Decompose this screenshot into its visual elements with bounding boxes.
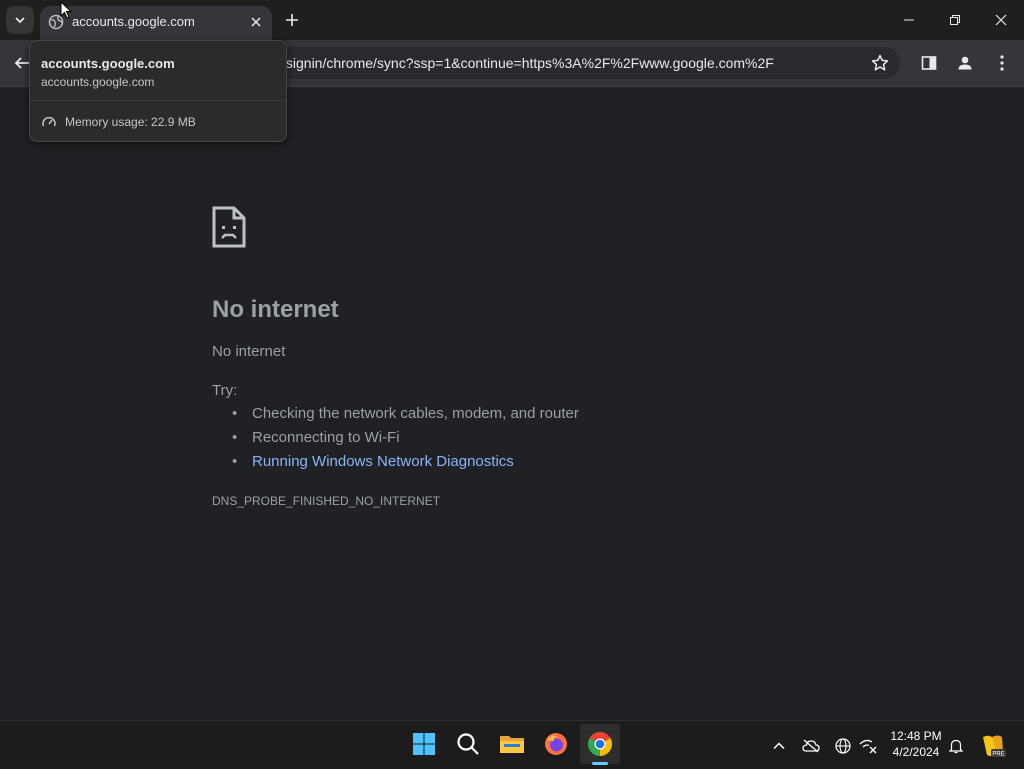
- mouse-cursor-icon: [60, 1, 72, 19]
- gauge-icon: [42, 116, 56, 127]
- clock-time[interactable]: 12:48 PM: [890, 729, 942, 743]
- suggestion-reconnect-wifi: Reconnecting to Wi-Fi: [212, 428, 579, 452]
- chrome-button[interactable]: [580, 724, 620, 764]
- sad-page-icon: [212, 206, 246, 248]
- file-explorer-button[interactable]: [492, 724, 532, 764]
- tab-accounts-google[interactable]: accounts.google.com: [40, 6, 272, 40]
- globe-icon: [835, 738, 851, 754]
- chrome-active-indicator: [592, 762, 608, 765]
- menu-button[interactable]: [990, 51, 1014, 75]
- error-heading: No internet: [212, 296, 339, 323]
- minimize-icon: [904, 19, 914, 21]
- tab-search-button[interactable]: [6, 6, 34, 34]
- tab-hover-card: accounts.google.com accounts.google.com …: [29, 40, 287, 142]
- error-description: No internet: [212, 343, 286, 360]
- restore-button[interactable]: [932, 0, 978, 40]
- taskbar-search-button[interactable]: [448, 724, 488, 764]
- cloud-offline-icon: [802, 739, 820, 753]
- copilot-pre-icon: PRE: [983, 735, 1006, 758]
- tab-title: accounts.google.com: [72, 14, 195, 29]
- new-tab-button[interactable]: [282, 10, 302, 30]
- person-icon: [958, 56, 972, 70]
- firefox-icon: [545, 733, 567, 755]
- onedrive-button[interactable]: [801, 736, 821, 756]
- try-label: Try:: [212, 382, 238, 399]
- start-icon: [413, 733, 435, 755]
- bell-icon: [948, 739, 964, 754]
- hover-card-title: accounts.google.com: [41, 56, 175, 71]
- plus-icon: [286, 14, 298, 26]
- tab-close-button[interactable]: [248, 14, 264, 30]
- suggestions-list: Checking the network cables, modem, and …: [212, 404, 579, 476]
- profile-button[interactable]: [953, 51, 977, 75]
- chrome-icon: [588, 732, 612, 756]
- language-button[interactable]: [833, 736, 853, 756]
- network-disconnected-icon: [859, 739, 877, 754]
- close-icon: [251, 17, 261, 27]
- minimize-button[interactable]: [886, 0, 932, 40]
- close-icon: [995, 14, 1007, 26]
- search-icon: [457, 733, 479, 755]
- start-button[interactable]: [404, 724, 444, 764]
- notifications-button[interactable]: [946, 736, 966, 756]
- clock-date[interactable]: 4/2/2024: [890, 745, 942, 759]
- close-window-button[interactable]: [978, 0, 1024, 40]
- suggestion-check-cables: Checking the network cables, modem, and …: [212, 404, 579, 428]
- svg-text:PRE: PRE: [992, 752, 1004, 758]
- star-icon: [871, 54, 889, 71]
- show-hidden-icons-button[interactable]: [769, 736, 789, 756]
- hover-card-header: [30, 41, 286, 101]
- copilot-button[interactable]: PRE: [980, 733, 1006, 759]
- side-panel-button[interactable]: [917, 51, 941, 75]
- bookmark-button[interactable]: [868, 51, 892, 75]
- chevron-down-icon: [15, 17, 25, 24]
- chevron-up-icon: [773, 742, 785, 750]
- back-arrow-icon: [14, 57, 29, 69]
- network-button[interactable]: [858, 736, 878, 756]
- hover-card-domain: accounts.google.com: [41, 75, 155, 89]
- restore-icon: [950, 15, 960, 25]
- file-explorer-icon: [500, 736, 524, 753]
- network-diagnostics-link[interactable]: Running Windows Network Diagnostics: [212, 452, 579, 476]
- more-vert-icon: [1000, 55, 1004, 71]
- firefox-button[interactable]: [536, 724, 576, 764]
- side-panel-icon: [921, 56, 937, 70]
- url-text[interactable]: /signin/chrome/sync?ssp=1&continue=https…: [282, 55, 774, 71]
- memory-usage: Memory usage: 22.9 MB: [65, 115, 196, 129]
- error-code: DNS_PROBE_FINISHED_NO_INTERNET: [212, 494, 441, 508]
